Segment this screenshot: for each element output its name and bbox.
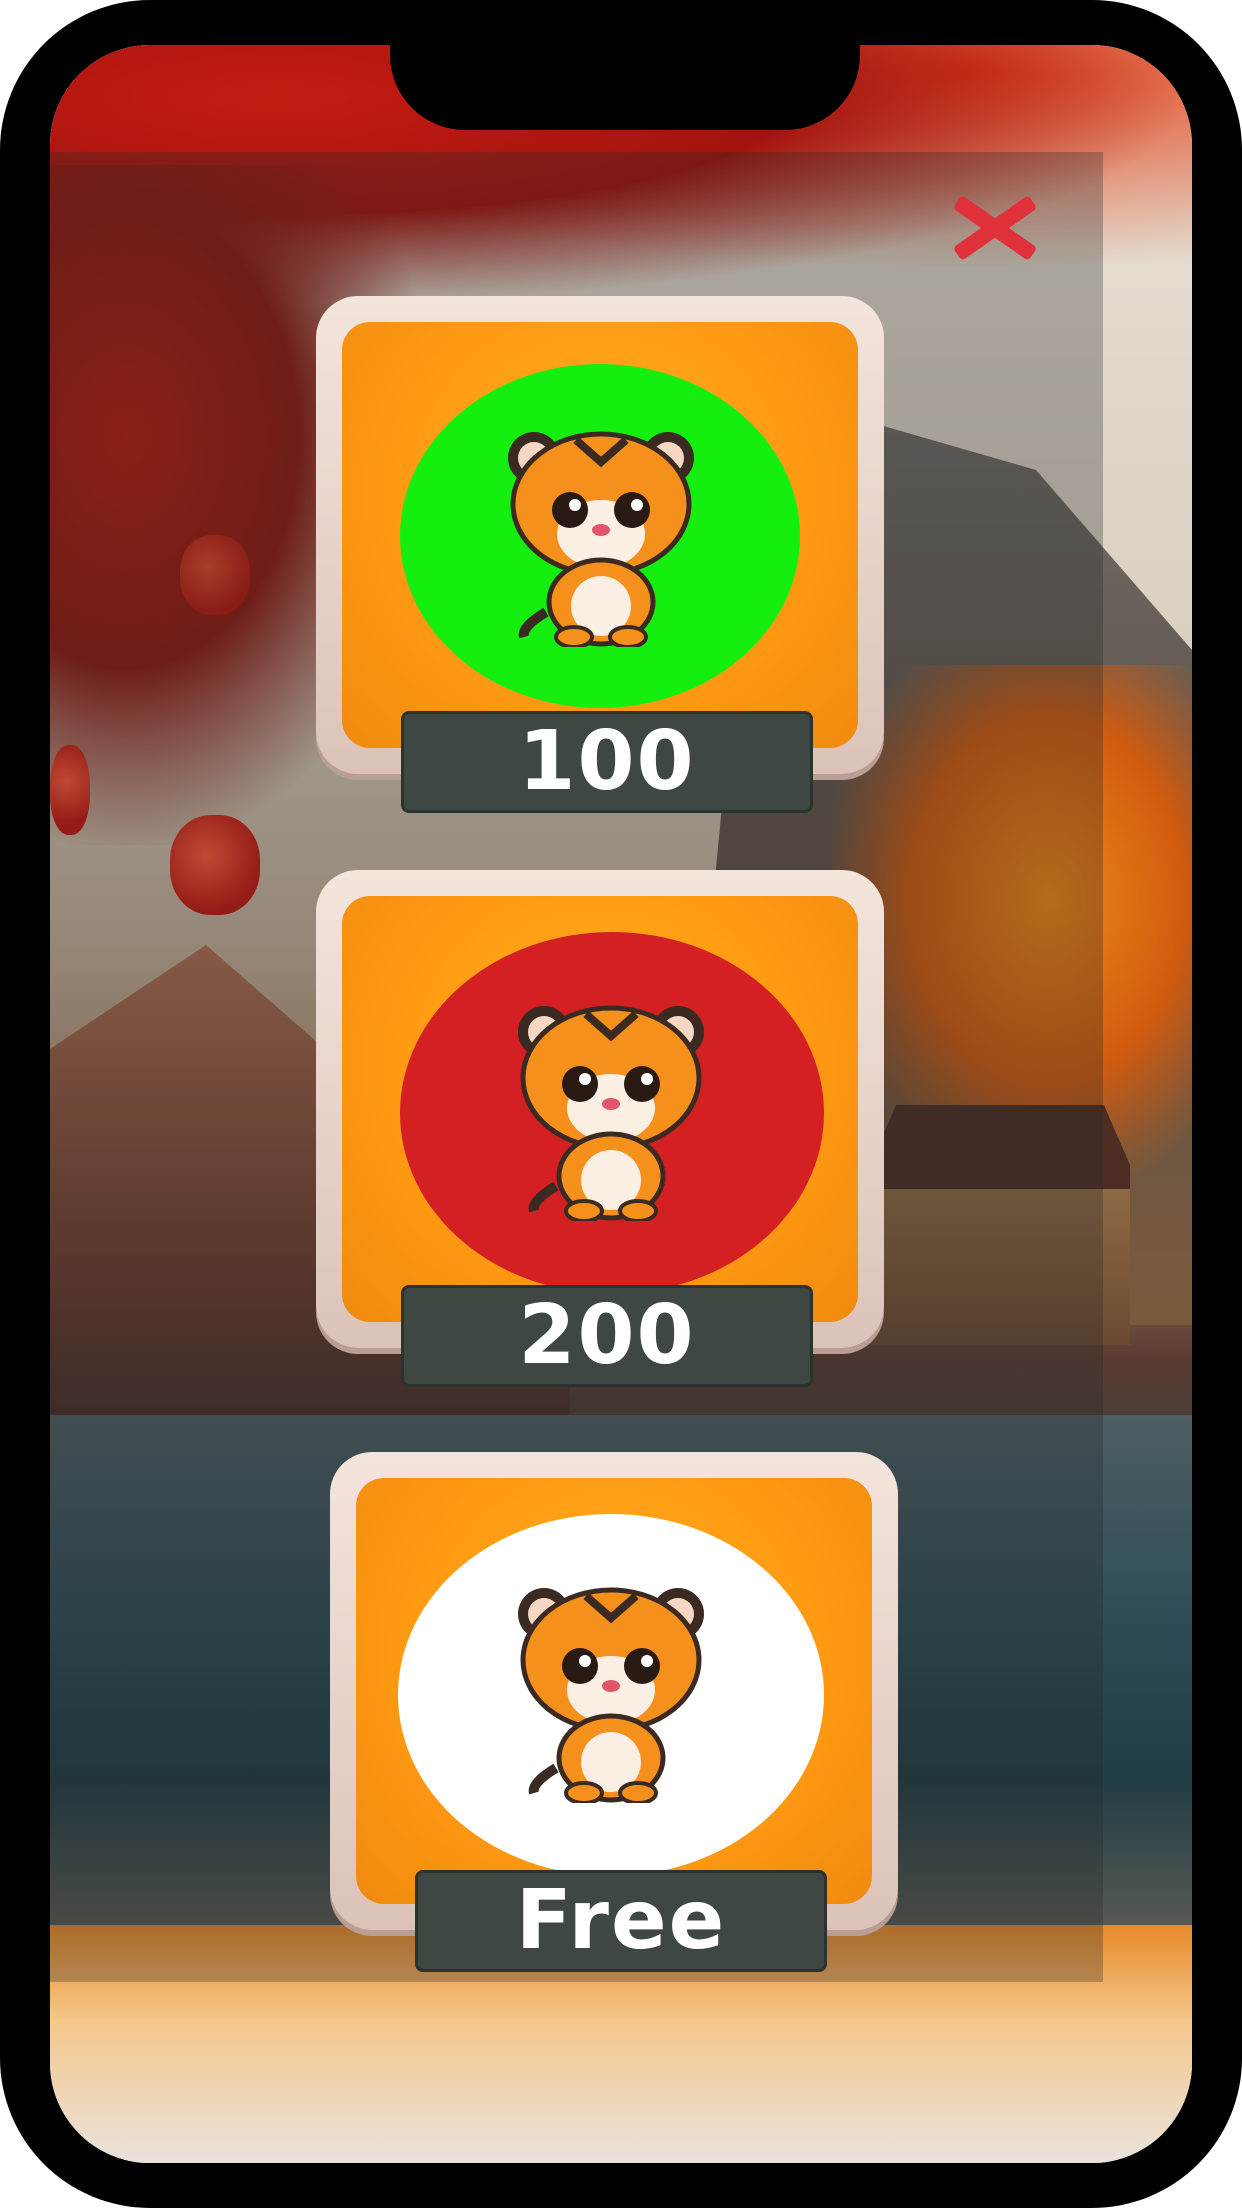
shop-item[interactable] [330, 1452, 898, 1930]
tiger-icon [518, 1005, 704, 1221]
price-label: 100 [401, 711, 813, 813]
item-card [342, 896, 858, 1322]
close-button[interactable] [945, 178, 1045, 278]
item-card [342, 322, 858, 748]
shop-item[interactable] [316, 296, 884, 774]
price-label: 200 [401, 1285, 813, 1387]
price-label: Free [415, 1870, 827, 1972]
phone-notch [390, 0, 860, 130]
shop-item[interactable] [316, 870, 884, 1348]
tiger-icon [508, 431, 694, 647]
item-card [356, 1478, 872, 1904]
tiger-icon [518, 1587, 704, 1803]
